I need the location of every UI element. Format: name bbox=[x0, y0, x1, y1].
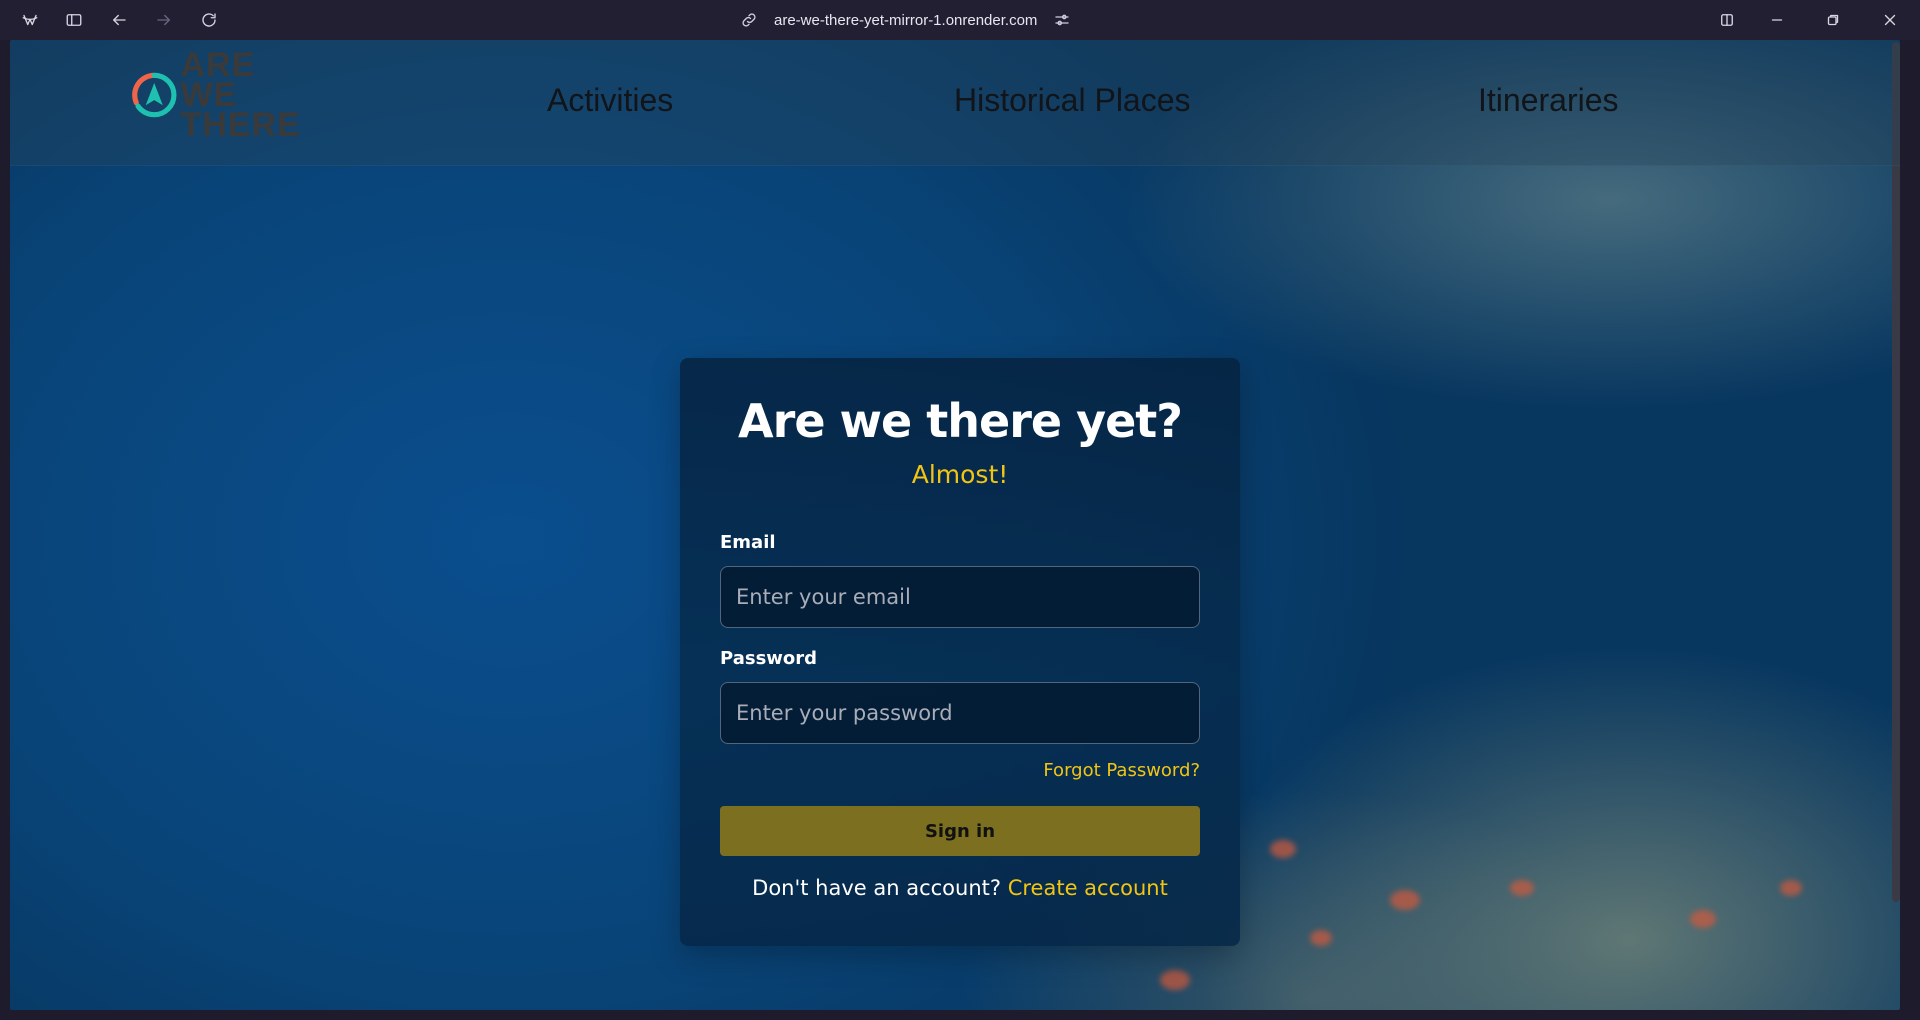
no-account-text: Don't have an account? bbox=[752, 876, 1002, 900]
login-title: Are we there yet? bbox=[738, 394, 1183, 448]
forgot-password-link[interactable]: Forgot Password? bbox=[1043, 760, 1200, 781]
nav-link-historical-places[interactable]: Historical Places bbox=[954, 82, 1191, 119]
browser-toolbar: are-we-there-yet-mirror-1.onrender.com bbox=[0, 0, 1920, 40]
logo-text-line1: ARE WE bbox=[180, 46, 256, 114]
scrollbar[interactable] bbox=[1892, 42, 1900, 902]
back-icon[interactable] bbox=[107, 8, 131, 32]
site-settings-icon[interactable] bbox=[1053, 11, 1071, 29]
create-account-prompt: Don't have an account? Create account bbox=[680, 876, 1240, 900]
compass-logo-icon bbox=[132, 72, 177, 118]
reload-icon[interactable] bbox=[197, 8, 221, 32]
nav-link-itineraries[interactable]: Itineraries bbox=[1478, 82, 1619, 119]
logo-text-line2: THERE bbox=[180, 106, 301, 144]
email-field[interactable] bbox=[720, 566, 1200, 628]
restore-icon[interactable] bbox=[1821, 8, 1845, 32]
url-text[interactable]: are-we-there-yet-mirror-1.onrender.com bbox=[774, 12, 1037, 29]
top-navbar: ARE WE THERE Activities Historical Place… bbox=[10, 40, 1900, 166]
sidebar-icon[interactable] bbox=[62, 8, 86, 32]
email-label: Email bbox=[720, 532, 776, 553]
close-icon[interactable] bbox=[1878, 8, 1902, 32]
password-field[interactable] bbox=[720, 682, 1200, 744]
forward-icon[interactable] bbox=[152, 8, 176, 32]
page-viewport: ARE WE THERE Activities Historical Place… bbox=[10, 40, 1900, 1010]
link-icon bbox=[742, 13, 756, 27]
nav-link-activities[interactable]: Activities bbox=[547, 82, 673, 119]
sign-in-button[interactable]: Sign in bbox=[720, 806, 1200, 856]
minimize-icon[interactable] bbox=[1765, 8, 1789, 32]
app-logo-icon[interactable] bbox=[18, 8, 42, 32]
create-account-link[interactable]: Create account bbox=[1008, 876, 1168, 900]
split-view-icon[interactable] bbox=[1715, 8, 1739, 32]
login-card: Are we there yet? Almost! Email Password… bbox=[680, 358, 1240, 946]
login-subtitle: Almost! bbox=[911, 460, 1009, 489]
logo-text: ARE WE THERE bbox=[180, 46, 303, 144]
site-logo[interactable]: ARE WE THERE bbox=[132, 48, 302, 142]
password-label: Password bbox=[720, 648, 818, 669]
address-bar[interactable]: are-we-there-yet-mirror-1.onrender.com bbox=[740, 6, 1071, 34]
